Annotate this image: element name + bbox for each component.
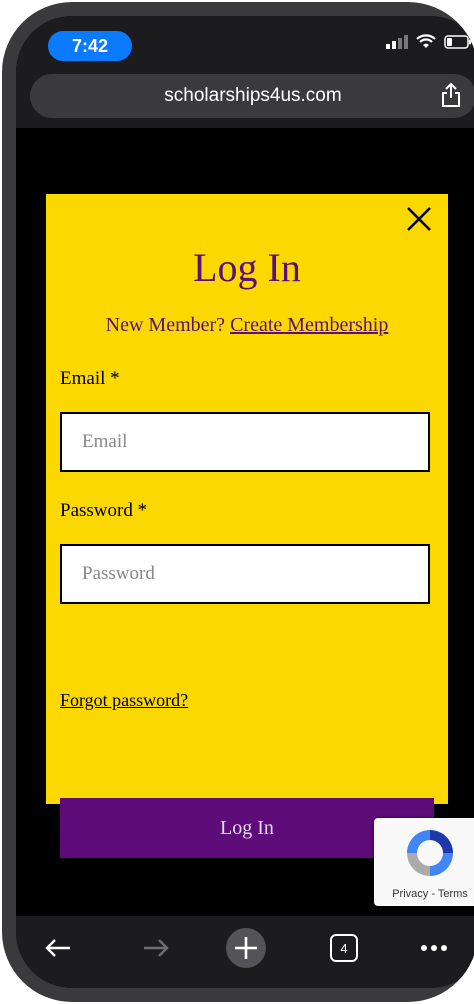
- phone-frame: 7:42 scholarships4us.com Log In New Memb…: [2, 2, 474, 1002]
- more-icon: [421, 945, 447, 951]
- tabs-icon: 4: [330, 934, 358, 962]
- share-icon[interactable]: [440, 82, 462, 108]
- url-text: scholarships4us.com: [164, 85, 342, 106]
- new-tab-button[interactable]: [224, 928, 268, 968]
- new-member-text: New Member?: [105, 314, 226, 336]
- close-icon[interactable]: [404, 204, 434, 234]
- create-membership-link[interactable]: Create Membership: [230, 314, 388, 336]
- new-tab-icon: [226, 928, 266, 968]
- email-label: Email *: [60, 368, 120, 389]
- status-bar: 7:42: [16, 16, 474, 66]
- recaptcha-badge[interactable]: Privacy - Terms: [374, 818, 474, 906]
- browser-bottom-bar: 4: [16, 916, 474, 988]
- password-label: Password *: [60, 500, 148, 521]
- forward-button[interactable]: [136, 928, 176, 968]
- email-field[interactable]: [60, 412, 430, 472]
- status-time: 7:42: [48, 31, 132, 61]
- wifi-icon: [416, 34, 436, 48]
- recaptcha-terms[interactable]: Privacy - Terms: [374, 888, 474, 900]
- password-field[interactable]: [60, 544, 430, 604]
- screen: 7:42 scholarships4us.com Log In New Memb…: [16, 16, 474, 988]
- modal-title: Log In: [193, 245, 301, 290]
- back-button[interactable]: [38, 928, 78, 968]
- forgot-password-link[interactable]: Forgot password?: [60, 690, 188, 711]
- tab-count: 4: [340, 940, 348, 956]
- signal-icon: [386, 35, 408, 49]
- more-button[interactable]: [414, 928, 454, 968]
- new-member-line: New Member? Create Membership: [46, 314, 448, 337]
- back-icon: [45, 939, 70, 957]
- address-bar[interactable]: scholarships4us.com: [30, 74, 474, 118]
- tabs-button[interactable]: 4: [324, 928, 364, 968]
- login-modal: Log In New Member? Create Membership Ema…: [46, 194, 448, 858]
- recaptcha-icon: [407, 830, 453, 876]
- forward-icon: [144, 939, 169, 957]
- battery-icon: [444, 35, 471, 49]
- page-content: Log In New Member? Create Membership Ema…: [16, 128, 474, 916]
- browser-toolbar: scholarships4us.com: [16, 66, 474, 128]
- status-icons: [386, 34, 472, 50]
